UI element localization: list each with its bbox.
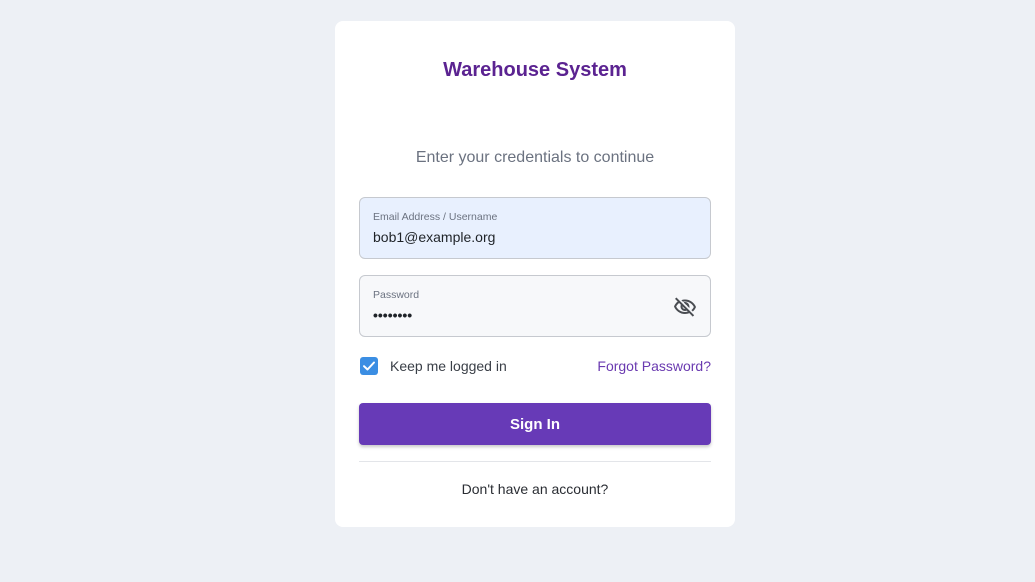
login-subtitle: Enter your credentials to continue [415,149,655,166]
password-field[interactable]: Password •••••••• [359,275,711,337]
remember-label: Keep me logged in [390,358,507,374]
email-field[interactable]: Email Address / Username [359,197,711,259]
password-field-label: Password [373,289,420,301]
email-field-label: Email Address / Username [373,211,498,223]
divider [359,461,711,462]
check-icon [363,361,375,371]
eye-off-icon[interactable] [673,295,697,319]
no-account-link[interactable]: Don't have an account? [335,481,735,497]
remember-checkbox[interactable] [360,357,378,375]
email-input[interactable] [373,229,653,245]
password-input[interactable]: •••••••• [373,307,653,323]
sign-in-button[interactable]: Sign In [359,403,711,445]
remember-me[interactable]: Keep me logged in [360,357,507,375]
page-title: Warehouse System [443,59,627,81]
login-card: Warehouse System Enter your credentials … [335,21,735,527]
forgot-password-link[interactable]: Forgot Password? [597,358,711,374]
